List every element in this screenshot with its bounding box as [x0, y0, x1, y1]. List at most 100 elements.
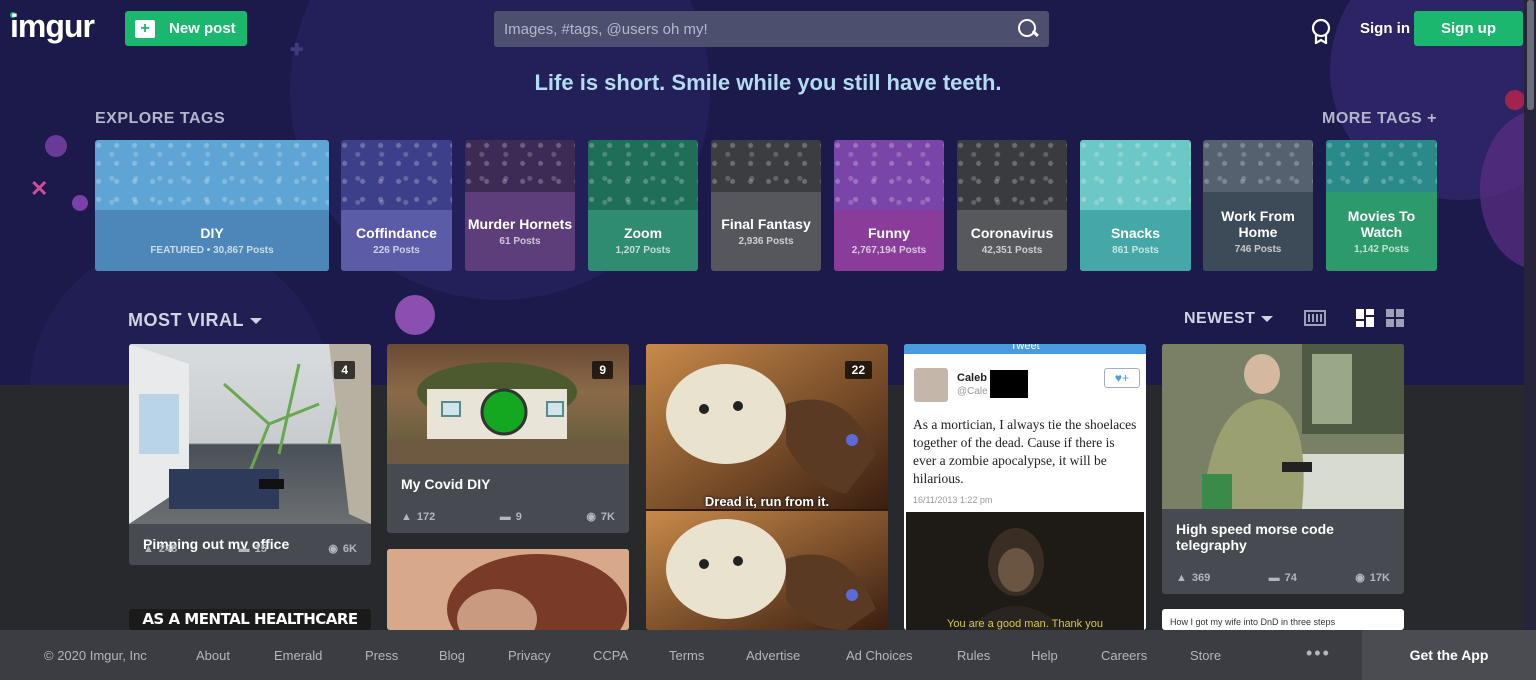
views-icon: ◉ — [1355, 572, 1365, 584]
footer-link-rules[interactable]: Rules — [957, 648, 990, 663]
footer-link-privacy[interactable]: Privacy — [508, 648, 551, 663]
imgur-logo[interactable]: imgur — [10, 8, 95, 45]
post-card[interactable]: 4 Pimping out my office ▲ 248 ▬ 15 ◉ 6K — [129, 344, 371, 565]
post-image — [387, 549, 629, 630]
image-count-badge: 22 — [844, 361, 872, 379]
tag-tile[interactable]: Snacks 861 Posts — [1080, 140, 1191, 271]
tag-tile[interactable]: Final Fantasy 2,936 Posts — [711, 140, 821, 271]
view-count: 7K — [600, 510, 615, 523]
footer: © 2020 Imgur, Inc About Emerald Press Blog P… — [0, 630, 1536, 680]
tag-tile[interactable]: Movies To Watch 1,142 Posts — [1326, 140, 1437, 271]
tweet-text: As a mortician, I always tie the shoelac… — [913, 417, 1137, 486]
avatar — [914, 368, 948, 402]
post-title[interactable]: My Covid DIY — [387, 464, 629, 492]
get-the-app-button[interactable]: Get the App — [1362, 630, 1536, 680]
search-input[interactable] — [504, 20, 1017, 38]
tag-pattern — [834, 140, 944, 210]
tag-pattern — [957, 140, 1067, 210]
footer-link-store[interactable]: Store — [1190, 648, 1221, 663]
footer-link-ccpa[interactable]: CCPA — [593, 648, 628, 663]
search-bar[interactable] — [494, 11, 1049, 47]
tag-name: Coronavirus — [970, 225, 1054, 241]
scrollbar[interactable] — [1524, 0, 1536, 630]
meme-caption: Dread it, run from it. — [704, 494, 830, 509]
comment-icon: ▬ — [238, 542, 250, 555]
tag-post-count: FEATURED • 30,867 Posts — [150, 245, 274, 256]
tag-tile[interactable]: Funny 2,767,194 Posts — [834, 140, 944, 271]
sign-in-link[interactable]: Sign in — [1360, 20, 1410, 37]
tag-overlay: Work From Home 746 Posts — [1203, 192, 1313, 271]
meme-caption: You are a good man. Thank you — [947, 618, 1103, 630]
tag-pattern — [588, 140, 698, 210]
upvote-count: 172 — [416, 510, 436, 523]
tag-post-count: 746 Posts — [1234, 244, 1282, 255]
tag-name: Funny — [868, 225, 910, 241]
tag-post-count: 226 Posts — [373, 245, 420, 256]
tag-tile[interactable]: Murder Hornets 61 Posts — [465, 140, 575, 271]
footer-link-help[interactable]: Help — [1031, 648, 1058, 663]
waterfall-view-icon[interactable] — [1356, 309, 1374, 327]
follow-icon: ♥+ — [1104, 368, 1140, 388]
post-card[interactable]: High speed morse code telegraphy ▲ 369 ▬ 7… — [1162, 344, 1404, 594]
tag-post-count: 2,936 Posts — [738, 236, 794, 247]
sparkle-icon: ✚ — [290, 42, 304, 59]
image-count-badge: 9 — [592, 361, 613, 379]
tag-overlay: Murder Hornets 61 Posts — [465, 192, 575, 271]
tag-post-count: 61 Posts — [499, 236, 541, 247]
tag-tile[interactable]: Zoom 1,207 Posts — [588, 140, 698, 271]
footer-link-emerald[interactable]: Emerald — [274, 648, 322, 663]
post-image: 9 — [387, 344, 629, 464]
more-icon[interactable]: ••• — [1306, 643, 1331, 664]
tag-overlay: Coronavirus 42,351 Posts — [957, 210, 1067, 271]
new-post-label: New post — [169, 20, 236, 37]
more-tags-link[interactable]: MORE TAGS + — [1322, 110, 1437, 128]
post-image — [1162, 344, 1404, 509]
post-card[interactable]: 9 My Covid DIY ▲ 172 ▬ 9 ◉ 7K — [387, 344, 629, 533]
upvote-icon[interactable]: ▲ — [401, 511, 412, 523]
caret-down-icon — [1261, 315, 1274, 322]
tag-tile[interactable]: Work From Home 746 Posts — [1203, 140, 1313, 271]
tag-pattern — [1080, 140, 1191, 210]
footer-link-advertise[interactable]: Advertise — [746, 648, 800, 663]
footer-link-blog[interactable]: Blog — [439, 648, 465, 663]
explore-tags-heading: EXPLORE TAGS — [95, 110, 226, 127]
tag-tile[interactable]: Coffindance 226 Posts — [341, 140, 452, 271]
tweet-date: 16/11/2013 1:22 pm — [913, 495, 993, 505]
tag-name: Snacks — [1110, 225, 1161, 241]
footer-link-about[interactable]: About — [196, 648, 230, 663]
sign-up-button[interactable]: Sign up — [1414, 11, 1523, 46]
post-card[interactable]: 22 Dread it, run from it. — [646, 344, 888, 630]
footer-link-press[interactable]: Press — [365, 648, 398, 663]
newest-dropdown[interactable]: NEWEST — [1184, 310, 1274, 328]
views-icon: ◉ — [328, 543, 338, 555]
grid-view-icon[interactable] — [1386, 309, 1404, 327]
post-card[interactable]: AS A MENTAL HEALTHCARE WORKER — [129, 609, 371, 630]
new-post-button[interactable]: + New post — [125, 11, 247, 46]
comment-count: 74 — [1284, 571, 1297, 584]
tag-tile[interactable]: Coronavirus 42,351 Posts — [957, 140, 1067, 271]
upvote-count: 248 — [158, 542, 178, 555]
tweet-name: Caleb — [957, 372, 987, 384]
post-card[interactable] — [387, 549, 629, 630]
tag-tile[interactable]: DIY FEATURED • 30,867 Posts — [95, 140, 329, 271]
most-viral-dropdown[interactable]: MOST VIRAL — [128, 310, 262, 331]
meme-text: AS A MENTAL HEALTHCARE WORKER — [129, 609, 371, 630]
footer-link-terms[interactable]: Terms — [669, 648, 704, 663]
plus-icon: + — [135, 19, 155, 38]
post-title[interactable]: High speed morse code telegraphy — [1162, 509, 1404, 553]
caret-down-icon — [250, 318, 262, 325]
image-count-badge: 4 — [334, 361, 355, 379]
tag-overlay: Snacks 861 Posts — [1080, 210, 1191, 271]
tag-name: Movies To Watch — [1347, 208, 1416, 240]
award-icon[interactable] — [1310, 18, 1332, 44]
tagline: Life is short. Smile while you still hav… — [534, 70, 1002, 95]
footer-link-ad-choices[interactable]: Ad Choices — [846, 648, 912, 663]
upvote-icon[interactable]: ▲ — [143, 543, 154, 555]
upvote-icon[interactable]: ▲ — [1176, 572, 1187, 584]
post-card[interactable]: How I got my wife into DnD in three step… — [1162, 609, 1404, 630]
post-image: 4 — [129, 344, 371, 524]
auto-browse-icon[interactable] — [1304, 309, 1326, 327]
search-icon[interactable] — [1017, 18, 1039, 40]
footer-link-careers[interactable]: Careers — [1101, 648, 1147, 663]
post-card[interactable]: Tweet Caleb @Cale ♥+ As a mortician, I a… — [904, 344, 1146, 630]
